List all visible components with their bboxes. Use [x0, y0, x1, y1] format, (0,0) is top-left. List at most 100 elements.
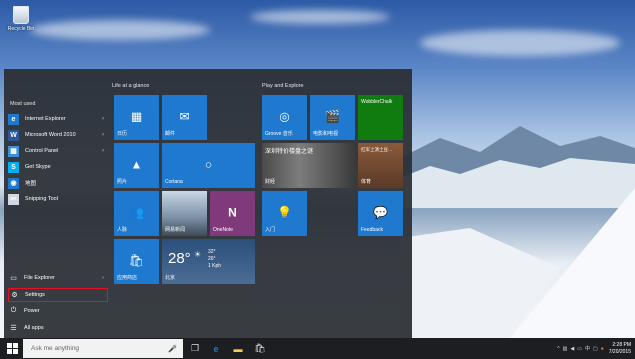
app-item-label: 地图: [25, 181, 37, 187]
edge-icon[interactable]: e: [208, 341, 224, 356]
tile-weather-label: 北京: [165, 275, 176, 281]
tile-money-label: 财经: [265, 179, 276, 185]
app-item-label: Control Panel: [25, 148, 59, 154]
snipping-tool-icon: ✂: [8, 193, 19, 205]
skype-icon: S: [8, 161, 19, 173]
weather-high: 32°: [208, 249, 216, 255]
tile-money[interactable]: 深圳特价楼盘之谜 财经: [262, 143, 355, 188]
tile-news[interactable]: 网易新闻: [162, 191, 207, 236]
onenote-icon: N: [228, 205, 237, 220]
chevron-right-icon[interactable]: ›: [102, 148, 104, 154]
tile-sports-label: 体育: [361, 179, 372, 185]
battery-icon[interactable]: ▭: [577, 346, 582, 352]
sports-headline: 红军上演土豆...: [361, 147, 392, 152]
gear-icon: ⚙: [11, 291, 18, 299]
app-item[interactable]: e Internet Explorer ›: [8, 112, 108, 126]
start-bottom-item[interactable]: ⏻ Power: [8, 304, 108, 318]
weather-sun-icon: ☀: [194, 250, 202, 259]
network-icon[interactable]: ▥: [563, 346, 568, 352]
tile-photos[interactable]: ▲ 照片: [114, 143, 159, 188]
tile-photos-label: 照片: [117, 179, 128, 185]
app-item[interactable]: S Get Skype: [8, 160, 108, 174]
tile-people[interactable]: 👥 人脉: [114, 191, 159, 236]
recycle-bin[interactable]: Recycle Bin: [3, 6, 39, 32]
group-life-at-a-glance: Life at a glance: [112, 83, 150, 89]
app-item[interactable]: ✂ Snipping Tool: [8, 192, 108, 206]
tile-cortana[interactable]: ○ Cortana: [162, 143, 255, 188]
store-taskbar-icon[interactable]: 🛍: [252, 341, 268, 356]
tile-groove-label: Groove 音乐: [265, 131, 293, 137]
cortana-icon: ○: [204, 157, 213, 172]
app-item-label: Internet Explorer: [25, 116, 66, 122]
app-item[interactable]: ◉ 地图: [8, 176, 108, 190]
lightbulb-icon: 💡: [277, 205, 292, 220]
tile-store[interactable]: 🛍 应用商店: [114, 239, 159, 284]
most-used-label: Most used: [10, 101, 36, 107]
all-apps-icon: ☰: [10, 324, 17, 332]
start-bottom-item-label: File Explorer: [24, 275, 55, 281]
taskbar: Ask me anything 🎤 ❐ e ▬ 🛍 ^ ▥ ◀ ▭ 中 ▢ ● …: [0, 338, 635, 359]
volume-icon[interactable]: ◀: [570, 346, 574, 352]
weather-temp: 28°: [168, 250, 191, 267]
mail-icon: ✉: [179, 109, 190, 124]
word-icon: W: [8, 129, 19, 141]
start-bottom-item-label: Power: [24, 308, 40, 314]
tile-cortana-label: Cortana: [165, 179, 183, 185]
start-bottom-item[interactable]: ▭ File Explorer ›: [8, 271, 108, 285]
chevron-right-icon[interactable]: ›: [102, 116, 104, 122]
feedback-icon: 💬: [373, 205, 388, 220]
file-explorer-icon[interactable]: ▬: [230, 341, 246, 356]
search-box[interactable]: Ask me anything 🎤: [23, 339, 183, 358]
tile-feedback-label: Feedback: [361, 227, 383, 233]
microphone-icon[interactable]: 🎤: [168, 345, 177, 353]
tile-news-label: 网易新闻: [165, 227, 186, 233]
weather-low: 26°: [208, 256, 216, 262]
power-icon: ⏻: [10, 307, 17, 314]
tile-onenote[interactable]: N OneNote: [210, 191, 255, 236]
photos-icon: ▲: [130, 157, 143, 172]
group-play-and-explore: Play and Explore: [262, 83, 304, 89]
tile-groove[interactable]: ◎ Groove 音乐: [262, 95, 307, 140]
tile-weather[interactable]: 28° ☀ 32° 26° 1 Kph 北京: [162, 239, 255, 284]
show-hidden-icons-icon[interactable]: ^: [557, 346, 559, 352]
people-icon: 👥: [129, 205, 144, 220]
app-item[interactable]: ▦ Control Panel ›: [8, 144, 108, 158]
clock-date: 7/20/2015: [608, 348, 631, 355]
start-bottom-item[interactable]: ⚙ Settings: [8, 287, 108, 302]
tile-wobblerchalk[interactable]: WobblerChalk: [358, 95, 403, 140]
internet-explorer-icon: e: [8, 113, 19, 125]
maps-icon: ◉: [8, 177, 19, 189]
tile-sports[interactable]: 红军上演土豆... 体育: [358, 143, 403, 188]
tile-calendar-label: 日历: [117, 131, 128, 137]
film-icon: 🎬: [325, 109, 340, 124]
tile-calendar[interactable]: ▦ 日历: [114, 95, 159, 140]
clock-time: 2:28 PM: [612, 342, 631, 349]
start-menu: Most used e Internet Explorer › W Microsoft …: [4, 69, 412, 338]
weather-details: 32° 26° 1 Kph: [208, 249, 221, 270]
ime-icon[interactable]: 中: [585, 345, 590, 352]
tile-get-started-label: 入门: [265, 227, 276, 233]
search-placeholder: Ask me anything: [31, 345, 80, 352]
start-bottom-item-label: Settings: [25, 291, 45, 298]
chevron-right-icon[interactable]: ›: [102, 132, 104, 138]
clock[interactable]: 2:28 PM 7/20/2015: [609, 342, 631, 355]
tile-movies[interactable]: 🎬 电影和电视: [310, 95, 355, 140]
notification-icon[interactable]: ▢: [593, 346, 598, 352]
windows-logo-icon: [6, 343, 18, 354]
task-view-icon[interactable]: ❐: [187, 341, 203, 356]
app-tray-icon[interactable]: ●: [601, 346, 604, 352]
tile-get-started[interactable]: 💡 入门: [262, 191, 307, 236]
weather-wind: 1 Kph: [208, 263, 222, 269]
tile-mail[interactable]: ✉ 邮件: [162, 95, 207, 140]
start-bottom-item[interactable]: ☰ All apps: [8, 321, 108, 335]
start-button[interactable]: [3, 341, 21, 356]
cloud: [420, 30, 620, 56]
recycle-bin-icon: [13, 6, 29, 24]
tile-feedback[interactable]: 💬 Feedback: [358, 191, 403, 236]
chevron-right-icon[interactable]: ›: [102, 275, 104, 281]
money-headline: 深圳特价楼盘之谜: [265, 149, 314, 155]
folder-icon: ▭: [10, 275, 17, 282]
store-icon: 🛍: [128, 253, 145, 268]
app-item[interactable]: W Microsoft Word 2010 ›: [8, 128, 108, 142]
tile-store-label: 应用商店: [117, 275, 138, 281]
